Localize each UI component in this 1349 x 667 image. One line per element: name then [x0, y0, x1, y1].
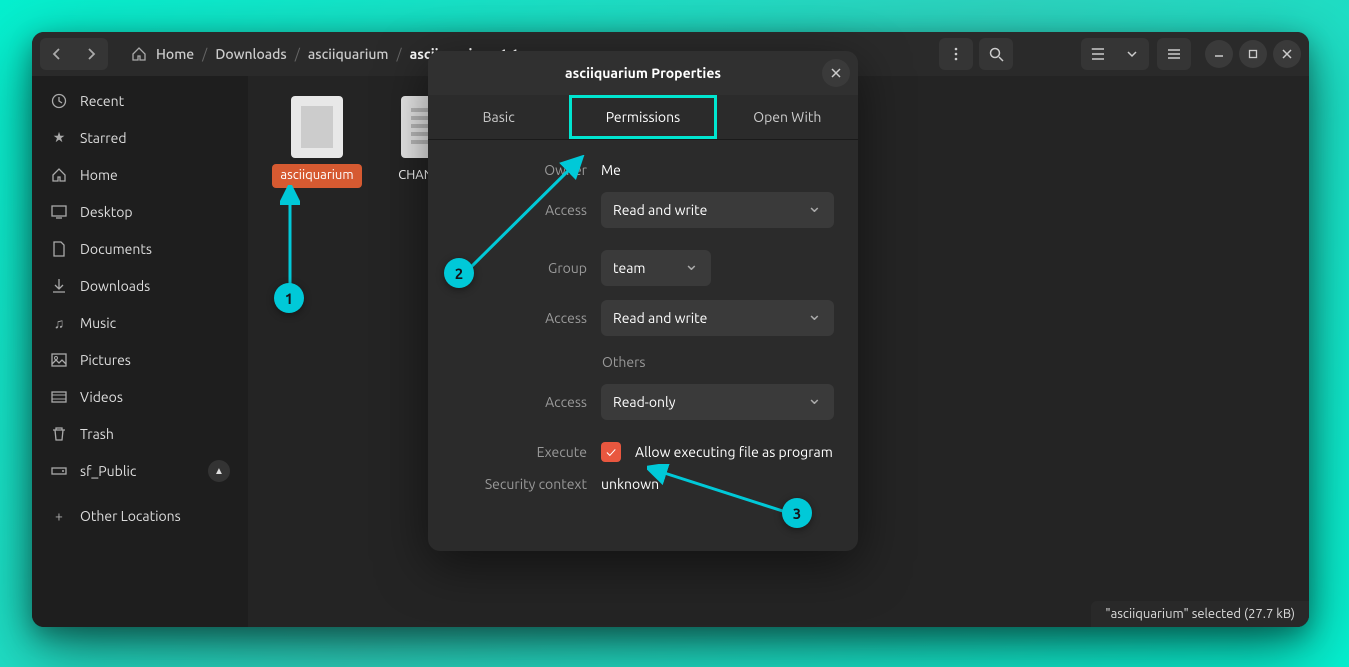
tab-basic[interactable]: Basic — [428, 95, 569, 139]
sidebar-item-videos[interactable]: Videos — [32, 378, 248, 415]
access-label: Access — [452, 202, 587, 218]
breadcrumb-separator: / — [396, 46, 401, 62]
home-icon — [50, 166, 68, 184]
downloads-icon — [50, 277, 68, 295]
home-icon — [130, 45, 148, 63]
group-select[interactable]: team — [601, 250, 711, 286]
access-label: Access — [452, 394, 587, 410]
kebab-menu-button[interactable] — [939, 38, 973, 70]
recent-icon — [50, 92, 68, 110]
sidebar-item-label: Videos — [80, 389, 123, 405]
sidebar-item-documents[interactable]: Documents — [32, 230, 248, 267]
file-item-asciiquarium[interactable]: asciiquarium — [272, 96, 362, 188]
breadcrumb-segment[interactable]: Downloads — [215, 46, 286, 62]
sidebar: Recent ★ Starred Home Desktop Documents D… — [32, 76, 248, 627]
sidebar-item-label: Recent — [80, 93, 124, 109]
pictures-icon — [50, 351, 68, 369]
owner-label: Owner — [452, 162, 587, 178]
music-icon: ♫ — [50, 314, 68, 332]
trash-icon — [50, 425, 68, 443]
breadcrumb-segment[interactable]: asciiquarium — [308, 46, 389, 62]
security-context-label: Security context — [452, 476, 587, 492]
plus-icon: + — [50, 507, 68, 525]
properties-dialog: asciiquarium Properties Basic Permission… — [428, 51, 858, 551]
others-section-label: Others — [602, 354, 834, 370]
sidebar-item-sf-public[interactable]: sf_Public ▲ — [32, 452, 248, 489]
dialog-tabs: Basic Permissions Open With — [428, 95, 858, 140]
sidebar-item-label: Starred — [80, 130, 127, 146]
others-access-select[interactable]: Read-only — [601, 384, 834, 420]
status-text: "asciiquarium" selected (27.7 kB) — [1105, 607, 1295, 621]
dialog-header: asciiquarium Properties — [428, 51, 858, 95]
sidebar-item-label: Music — [80, 315, 116, 331]
maximize-button[interactable] — [1239, 40, 1267, 68]
eject-button[interactable]: ▲ — [208, 460, 230, 482]
back-button[interactable] — [40, 38, 74, 70]
minimize-button[interactable] — [1205, 40, 1233, 68]
dialog-body: Owner Me Access Read and write Group tea… — [428, 140, 858, 551]
dialog-close-button[interactable] — [822, 59, 850, 87]
documents-icon — [50, 240, 68, 258]
file-label: asciiquarium — [272, 164, 361, 188]
status-bar: "asciiquarium" selected (27.7 kB) — [1091, 601, 1309, 627]
breadcrumb-segment[interactable]: Home — [156, 46, 194, 62]
sidebar-item-label: Other Locations — [80, 508, 181, 524]
owner-access-select[interactable]: Read and write — [601, 192, 834, 228]
sidebar-item-trash[interactable]: Trash — [32, 415, 248, 452]
sidebar-item-label: Desktop — [80, 204, 133, 220]
sidebar-item-label: Downloads — [80, 278, 150, 294]
execute-checkbox[interactable]: ✓ — [601, 442, 621, 462]
videos-icon — [50, 388, 68, 406]
hamburger-menu-button[interactable] — [1157, 38, 1191, 70]
owner-value: Me — [601, 162, 834, 178]
sidebar-item-label: Documents — [80, 241, 152, 257]
search-button[interactable] — [979, 38, 1013, 70]
execute-label: Execute — [452, 444, 587, 460]
tab-open-with[interactable]: Open With — [717, 95, 858, 139]
sidebar-item-label: Home — [80, 167, 118, 183]
dialog-title: asciiquarium Properties — [565, 65, 721, 81]
access-label: Access — [452, 310, 587, 326]
sidebar-item-label: Pictures — [80, 352, 131, 368]
sidebar-item-home[interactable]: Home — [32, 156, 248, 193]
desktop-icon — [50, 203, 68, 221]
sidebar-item-music[interactable]: ♫ Music — [32, 304, 248, 341]
drive-icon — [50, 462, 68, 480]
group-access-select[interactable]: Read and write — [601, 300, 834, 336]
view-options-dropdown[interactable] — [1115, 38, 1149, 70]
star-icon: ★ — [50, 129, 68, 147]
script-file-icon — [291, 96, 343, 158]
sidebar-item-starred[interactable]: ★ Starred — [32, 119, 248, 156]
annotation-badge-1: 1 — [274, 283, 304, 313]
nav-buttons — [40, 38, 108, 70]
security-context-value: unknown — [601, 476, 834, 492]
sidebar-item-downloads[interactable]: Downloads — [32, 267, 248, 304]
sidebar-item-other-locations[interactable]: + Other Locations — [32, 497, 248, 534]
close-button[interactable] — [1273, 40, 1301, 68]
breadcrumb-separator: / — [295, 46, 300, 62]
list-view-button[interactable] — [1081, 38, 1115, 70]
tab-permissions[interactable]: Permissions — [569, 95, 716, 139]
sidebar-item-label: Trash — [80, 426, 114, 442]
execute-checkbox-label: Allow executing file as program — [635, 444, 833, 460]
sidebar-item-recent[interactable]: Recent — [32, 82, 248, 119]
forward-button[interactable] — [74, 38, 108, 70]
sidebar-item-pictures[interactable]: Pictures — [32, 341, 248, 378]
annotation-badge-2: 2 — [444, 258, 474, 288]
sidebar-item-label: sf_Public — [80, 463, 136, 479]
sidebar-item-desktop[interactable]: Desktop — [32, 193, 248, 230]
annotation-badge-3: 3 — [782, 498, 812, 528]
breadcrumb-separator: / — [202, 46, 207, 62]
titlebar-actions — [939, 38, 1301, 70]
